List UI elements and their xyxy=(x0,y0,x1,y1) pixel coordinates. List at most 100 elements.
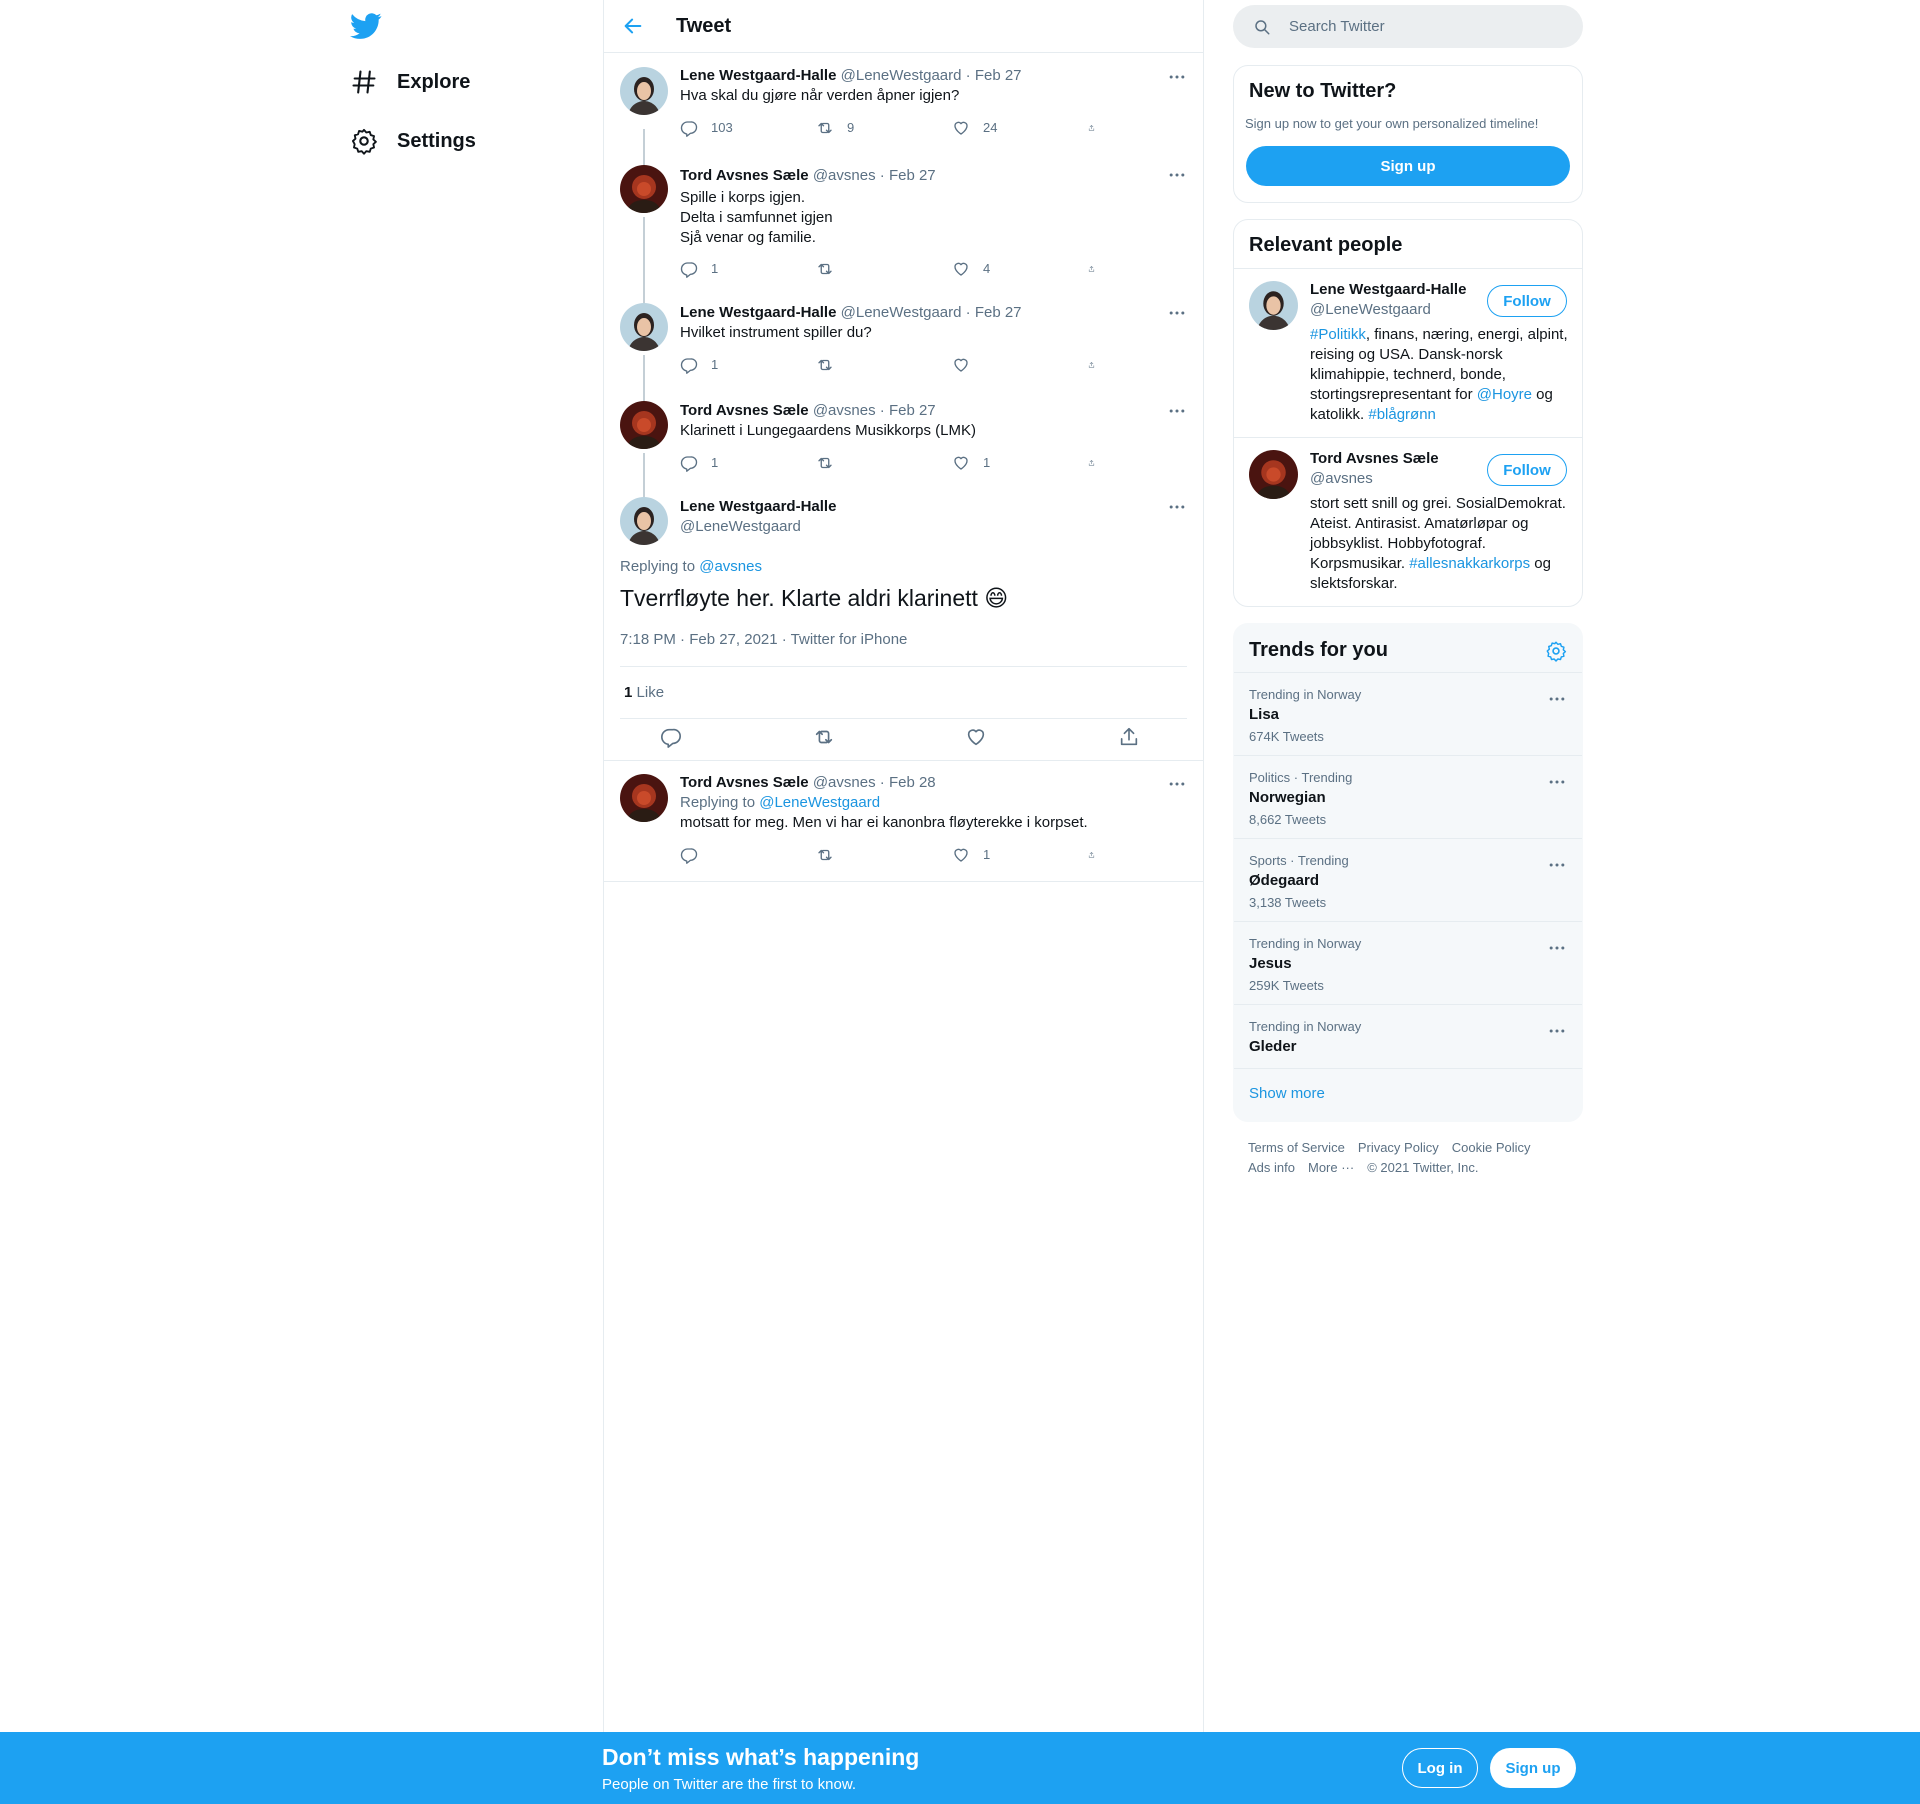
share-button[interactable] xyxy=(1088,259,1108,279)
tweet-date[interactable]: Feb 27 xyxy=(889,402,936,419)
trend-item[interactable]: Politics · Trending Norwegian 8,662 Twee… xyxy=(1234,755,1582,838)
author-name[interactable]: Lene Westgaard-Halle xyxy=(680,497,836,517)
sign-up-button[interactable]: Sign up xyxy=(1490,1748,1576,1788)
author-handle[interactable]: @LeneWestgaard xyxy=(841,67,962,84)
share-button[interactable] xyxy=(1088,118,1108,138)
tweet-date[interactable]: Feb 27 xyxy=(975,304,1022,321)
like-button[interactable]: 1 xyxy=(952,453,1088,473)
footer-link[interactable]: Privacy Policy xyxy=(1358,1140,1439,1155)
person-handle[interactable]: @LeneWestgaard xyxy=(1310,301,1431,318)
more-icon[interactable] xyxy=(1547,1021,1567,1041)
author-handle[interactable]: @LeneWestgaard xyxy=(841,304,962,321)
person-name[interactable]: Tord Avsnes Sæle xyxy=(1310,450,1439,467)
sign-up-button[interactable]: Sign up xyxy=(1246,146,1570,186)
more-icon[interactable] xyxy=(1167,67,1187,87)
thread-tweet[interactable]: Lene Westgaard-Halle @LeneWestgaard · Fe… xyxy=(604,289,1203,387)
reply-button[interactable]: 103 xyxy=(680,118,816,138)
search-input[interactable]: Search Twitter xyxy=(1233,5,1583,48)
person-name[interactable]: Lene Westgaard-Halle xyxy=(1310,281,1466,298)
avatar[interactable] xyxy=(620,67,668,115)
log-in-button[interactable]: Log in xyxy=(1402,1748,1478,1788)
avatar[interactable] xyxy=(620,497,668,545)
thread-tweet[interactable]: Tord Avsnes Sæle @avsnes · Feb 27 Klarin… xyxy=(604,387,1203,485)
avatar[interactable] xyxy=(620,774,668,822)
tweet-date[interactable]: Feb 28 xyxy=(889,774,936,791)
avatar[interactable] xyxy=(1249,450,1298,499)
footer-link[interactable]: Cookie Policy xyxy=(1452,1140,1531,1155)
reply-button[interactable]: 1 xyxy=(680,259,816,279)
tweet-date[interactable]: Feb 27 xyxy=(975,67,1022,84)
replying-to-link[interactable]: @LeneWestgaard xyxy=(759,794,880,811)
reply-icon[interactable] xyxy=(660,726,682,748)
more-icon[interactable] xyxy=(1547,689,1567,709)
reply-button[interactable] xyxy=(680,845,816,865)
hashtag-link[interactable]: #Politikk xyxy=(1310,326,1366,343)
person-item[interactable]: Tord Avsnes Sæle @avsnes Follow stort se… xyxy=(1234,437,1582,606)
person-item[interactable]: Lene Westgaard-Halle @LeneWestgaard Foll… xyxy=(1234,268,1582,437)
hashtag-link[interactable]: #allesnakkarkorps xyxy=(1409,555,1530,572)
author-name[interactable]: Tord Avsnes Sæle xyxy=(680,774,809,791)
like-button[interactable]: 24 xyxy=(952,118,1088,138)
footer-link[interactable]: Terms of Service xyxy=(1248,1140,1345,1155)
author-handle[interactable]: @avsnes xyxy=(813,774,876,791)
avatar[interactable] xyxy=(1249,281,1298,330)
trend-item[interactable]: Trending in Norway Gleder xyxy=(1234,1004,1582,1069)
like-button[interactable]: 1 xyxy=(952,845,1088,865)
more-icon[interactable] xyxy=(1547,855,1567,875)
more-icon[interactable] xyxy=(1167,401,1187,421)
retweet-button[interactable]: 9 xyxy=(816,118,952,138)
retweet-button[interactable] xyxy=(816,845,952,865)
avatar[interactable] xyxy=(620,165,668,213)
author-handle[interactable]: @avsnes xyxy=(813,402,876,419)
nav-explore[interactable]: Explore xyxy=(350,68,470,96)
replying-to-link[interactable]: @avsnes xyxy=(699,558,762,575)
reply-button[interactable]: 1 xyxy=(680,453,816,473)
show-more-link[interactable]: Show more xyxy=(1249,1085,1325,1102)
more-icon[interactable] xyxy=(1547,772,1567,792)
footer-link[interactable]: Ads info xyxy=(1248,1160,1295,1175)
author-name[interactable]: Tord Avsnes Sæle xyxy=(680,402,809,419)
follow-button[interactable]: Follow xyxy=(1487,454,1567,486)
author-handle[interactable]: @LeneWestgaard xyxy=(680,517,836,537)
author-name[interactable]: Lene Westgaard-Halle xyxy=(680,304,836,321)
tweet-date[interactable]: Feb 27 xyxy=(889,167,936,184)
author-handle[interactable]: @avsnes xyxy=(813,167,876,184)
likes-summary[interactable]: 1 Like xyxy=(624,684,664,701)
retweet-button[interactable] xyxy=(816,355,952,375)
twitter-bird-icon[interactable] xyxy=(350,10,382,42)
arrow-left-icon[interactable] xyxy=(622,15,644,37)
more-icon[interactable] xyxy=(1167,165,1187,185)
reply-tweet[interactable]: Tord Avsnes Sæle @avsnes · Feb 28 Replyi… xyxy=(604,761,1203,882)
reply-button[interactable]: 1 xyxy=(680,355,816,375)
share-icon[interactable] xyxy=(1118,726,1140,748)
retweet-icon[interactable] xyxy=(813,726,835,748)
trend-item[interactable]: Trending in Norway Lisa 674K Tweets xyxy=(1234,672,1582,755)
mention-link[interactable]: @Hoyre xyxy=(1477,386,1532,403)
thread-tweet[interactable]: Lene Westgaard-Halle @LeneWestgaard · Fe… xyxy=(604,53,1203,151)
retweet-button[interactable] xyxy=(816,453,952,473)
share-button[interactable] xyxy=(1088,453,1108,473)
trend-item[interactable]: Sports · Trending Ødegaard 3,138 Tweets xyxy=(1234,838,1582,921)
more-icon[interactable] xyxy=(1167,774,1187,794)
more-icon[interactable] xyxy=(1547,938,1567,958)
more-icon[interactable] xyxy=(1167,303,1187,323)
retweet-button[interactable] xyxy=(816,259,952,279)
hashtag-link[interactable]: #blågrønn xyxy=(1368,406,1436,423)
thread-tweet[interactable]: Tord Avsnes Sæle @avsnes · Feb 27 Spille… xyxy=(604,151,1203,289)
author-name[interactable]: Lene Westgaard-Halle xyxy=(680,67,836,84)
like-button[interactable] xyxy=(952,355,1088,375)
nav-settings[interactable]: Settings xyxy=(350,127,476,155)
follow-button[interactable]: Follow xyxy=(1487,285,1567,317)
avatar[interactable] xyxy=(620,401,668,449)
author-name[interactable]: Tord Avsnes Sæle xyxy=(680,167,809,184)
gear-icon[interactable] xyxy=(1545,640,1567,662)
person-handle[interactable]: @avsnes xyxy=(1310,470,1373,487)
like-icon[interactable] xyxy=(965,726,987,748)
like-button[interactable]: 4 xyxy=(952,259,1088,279)
avatar[interactable] xyxy=(620,303,668,351)
share-button[interactable] xyxy=(1088,355,1108,375)
footer-link[interactable]: More ··· xyxy=(1308,1160,1354,1175)
share-button[interactable] xyxy=(1088,845,1108,865)
more-icon[interactable] xyxy=(1167,497,1187,517)
trend-item[interactable]: Trending in Norway Jesus 259K Tweets xyxy=(1234,921,1582,1004)
